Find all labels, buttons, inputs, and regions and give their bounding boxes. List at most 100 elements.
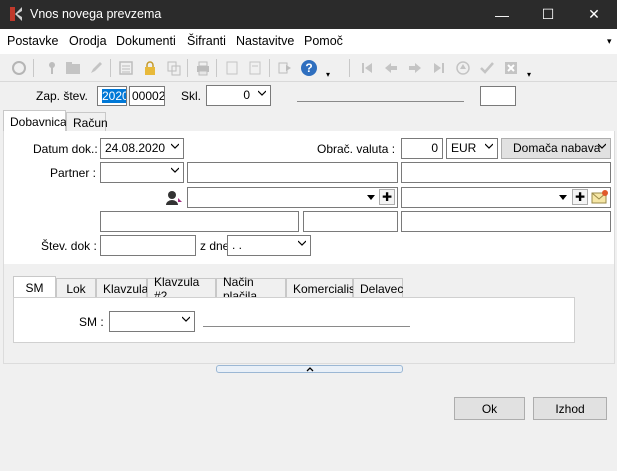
menu-sifranti[interactable]: Šifranti: [187, 34, 226, 48]
toolbar-separator: [33, 59, 34, 77]
sm-label: SM :: [79, 315, 104, 329]
pin-icon[interactable]: [42, 58, 62, 78]
partner-name-field[interactable]: [187, 162, 398, 183]
datum-value: 24.08.2020: [105, 141, 166, 155]
toolbar: ? ▾ ▾: [0, 54, 617, 82]
add-contact-button[interactable]: ✚: [379, 189, 395, 205]
datum-label: Datum dok.:: [33, 142, 98, 156]
zap-number-field[interactable]: 00002: [129, 86, 165, 106]
sm-combo[interactable]: [109, 311, 195, 332]
postal-field[interactable]: [303, 211, 398, 232]
toolbar-separator: [269, 59, 270, 77]
add-address-button[interactable]: ✚: [572, 189, 588, 205]
tab-klavzula[interactable]: Klavzula: [96, 278, 148, 298]
copy-icon[interactable]: [164, 58, 184, 78]
skl-value: 0: [243, 88, 250, 102]
currency-value: EUR: [451, 141, 477, 155]
tab-dobavnica[interactable]: Dobavnica: [3, 110, 67, 132]
contact-combo-arrow-area: [366, 191, 376, 205]
partner-extra-field[interactable]: [401, 162, 611, 183]
menu-overflow-icon[interactable]: ▾: [607, 36, 612, 47]
address-line-field[interactable]: [100, 211, 299, 232]
caret-down-icon[interactable]: [366, 192, 376, 202]
menu-pomoc[interactable]: Pomoč: [304, 34, 343, 48]
z-dne-value: . .: [232, 238, 243, 252]
doc-icon[interactable]: [222, 58, 242, 78]
address-extra-field[interactable]: [401, 211, 611, 232]
print-icon[interactable]: [193, 58, 213, 78]
splitter-handle[interactable]: [216, 365, 403, 373]
tab-nacin-placila[interactable]: Način plačila: [216, 275, 286, 303]
partner-combo[interactable]: [100, 162, 184, 183]
help-icon[interactable]: ?: [299, 58, 319, 78]
export-icon[interactable]: [275, 58, 295, 78]
tab-komercialist[interactable]: Komercialist: [286, 278, 358, 298]
valuta-amount-field[interactable]: 0: [401, 138, 443, 159]
chevron-up-icon: [306, 367, 314, 372]
chevron-down-icon: [171, 167, 179, 173]
cancel-icon[interactable]: [501, 58, 521, 78]
stev-dok-label: Štev. dok :: [41, 239, 97, 253]
toolbar-separator: [187, 59, 188, 77]
close-button[interactable]: ✕: [571, 0, 617, 29]
currency-combo[interactable]: EUR: [446, 138, 498, 159]
app-logo-icon: [7, 5, 25, 23]
z-dne-combo[interactable]: . .: [227, 235, 311, 256]
maximize-button[interactable]: ☐: [525, 0, 571, 29]
z-dne-label: z dne: [200, 239, 230, 253]
menu-nastavitve[interactable]: Nastavitve: [236, 34, 294, 48]
help-dropdown-icon[interactable]: ▾: [318, 64, 338, 84]
contact-person-icon[interactable]: [165, 189, 185, 207]
prev-icon[interactable]: [381, 58, 401, 78]
window-title: Vnos novega prevzema: [30, 7, 162, 21]
tab-racun[interactable]: Račun: [66, 112, 108, 132]
toolbar-separator: [349, 59, 350, 77]
minimize-button[interactable]: —: [479, 0, 525, 29]
doc2-icon[interactable]: [245, 58, 265, 78]
svg-text:?: ?: [305, 61, 312, 75]
zap-stev-label: Zap. štev.: [36, 89, 88, 103]
address-combo[interactable]: ✚: [401, 187, 611, 208]
chevron-down-icon: [298, 240, 306, 246]
edit-icon[interactable]: [86, 58, 106, 78]
cancel-dropdown-icon[interactable]: ▾: [519, 64, 539, 84]
valuta-label: Obrač. valuta :: [317, 142, 396, 156]
next-icon[interactable]: [405, 58, 425, 78]
stev-dok-field[interactable]: [100, 235, 196, 256]
tab-sm[interactable]: SM: [13, 276, 56, 298]
menu-orodja[interactable]: Orodja: [69, 34, 107, 48]
first-icon[interactable]: [357, 58, 377, 78]
menu-dokumenti[interactable]: Dokumenti: [116, 34, 176, 48]
datum-combo[interactable]: 24.08.2020: [100, 138, 184, 159]
contact-combo[interactable]: ✚: [187, 187, 398, 208]
izhod-button[interactable]: Izhod: [533, 397, 607, 420]
nabava-combo[interactable]: Domača nabava: [501, 138, 611, 159]
tab-delavec[interactable]: Delavec: [353, 278, 403, 298]
partner-label: Partner :: [50, 166, 97, 180]
nabava-value: Domača nabava: [513, 141, 601, 155]
skl-combo[interactable]: 0: [206, 85, 271, 106]
header-extra-field[interactable]: [480, 86, 516, 106]
skl-description-line: [297, 101, 464, 102]
lock-icon[interactable]: [140, 58, 160, 78]
chevron-down-icon: [182, 316, 190, 322]
sm-description-line: [203, 326, 410, 327]
chevron-down-icon: [258, 90, 266, 96]
mail-icon[interactable]: [591, 189, 608, 205]
check-icon[interactable]: [477, 58, 497, 78]
tab-lok[interactable]: Lok: [56, 278, 96, 298]
calculator-icon[interactable]: [116, 58, 136, 78]
refresh-icon[interactable]: [9, 58, 29, 78]
chevron-down-icon: [171, 143, 179, 149]
ok-button[interactable]: Ok: [454, 397, 525, 420]
menu-bar: Postavke Orodja Dokumenti Šifranti Nasta…: [0, 29, 617, 54]
last-icon[interactable]: [429, 58, 449, 78]
up-icon[interactable]: [453, 58, 473, 78]
menu-postavke[interactable]: Postavke: [7, 34, 58, 48]
tab-klavzula-2[interactable]: Klavzula #2: [147, 275, 216, 303]
chevron-down-icon: [598, 143, 606, 149]
caret-down-icon[interactable]: [558, 192, 568, 202]
zap-year-field[interactable]: 2020: [97, 86, 127, 106]
folder-icon[interactable]: [63, 58, 83, 78]
title-bar[interactable]: Vnos novega prevzema — ☐ ✕: [0, 0, 617, 29]
